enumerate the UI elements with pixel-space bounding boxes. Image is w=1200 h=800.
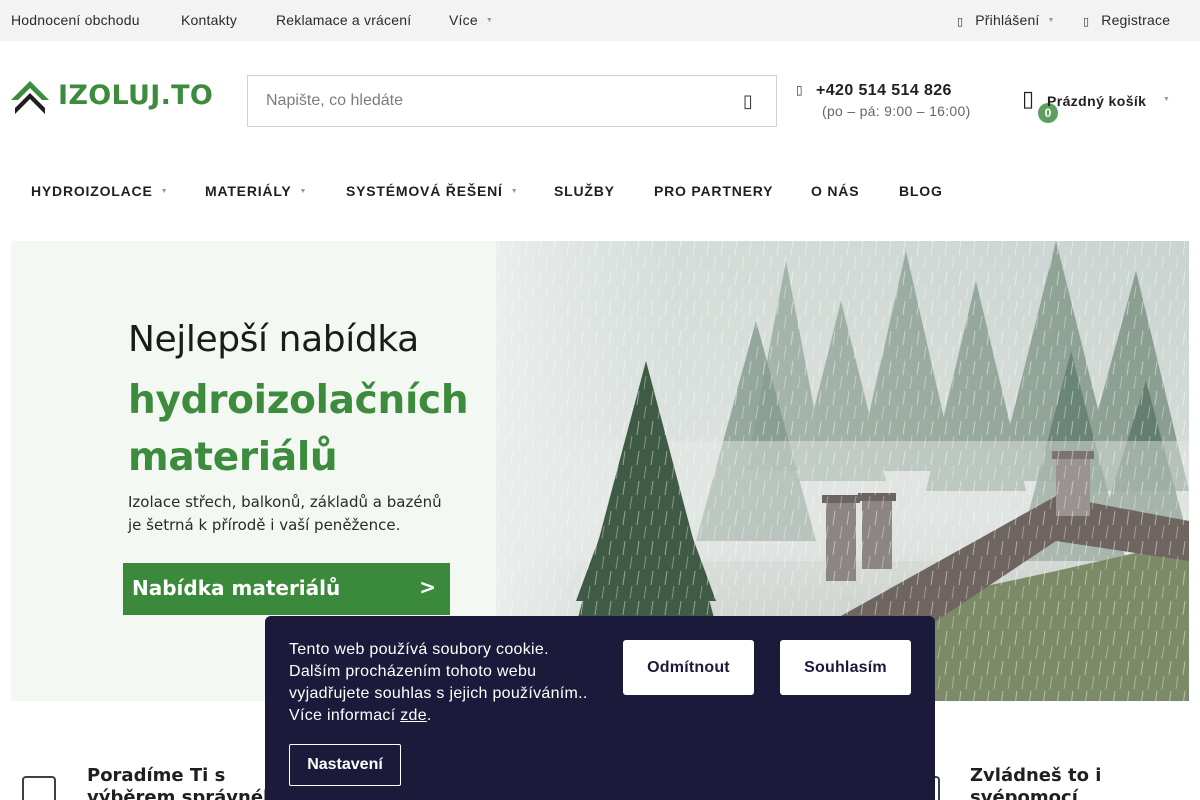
nav-item-systemova-reseni[interactable]: SYSTÉMOVÁ ŘEŠENÍ ▼ bbox=[346, 183, 518, 199]
nav-label: MATERIÁLY bbox=[205, 183, 292, 199]
search-button[interactable]: ▯ bbox=[720, 76, 776, 126]
feature-advice: Poradíme Ti s výběrem správného bbox=[87, 765, 288, 800]
feature-diy-line2: svépomocí bbox=[970, 787, 1078, 800]
hero-subtitle-line2: je šetrná k přírodě i vaší peněžence. bbox=[128, 516, 401, 534]
hero-cta-label: Nabídka materiálů bbox=[132, 576, 341, 600]
hero-title-line1: Nejlepší nabídka bbox=[128, 319, 419, 360]
phone-hours: (po – pá: 9:00 – 16:00) bbox=[822, 103, 971, 119]
chevron-down-icon: ▼ bbox=[160, 188, 169, 195]
register-label: Registrace bbox=[1101, 12, 1171, 28]
search-icon: ▯ bbox=[743, 90, 753, 111]
contact-phone: ▯ +420 514 514 826 (po – pá: 9:00 – 16:0… bbox=[796, 82, 996, 122]
main-navigation: HYDROIZOLACE ▼ MATERIÁLY ▼ SYSTÉMOVÁ ŘEŠEN… bbox=[0, 170, 1200, 212]
login-link[interactable]: ▯ Přihlášení ▼ bbox=[957, 12, 1055, 28]
phone-number[interactable]: +420 514 514 826 bbox=[816, 82, 952, 100]
logo-text: IZOLUJ.TO bbox=[58, 80, 214, 111]
cookie-decline-button[interactable]: Odmítnout bbox=[623, 640, 754, 695]
feature-diy-line1: Zvládneš to i bbox=[970, 765, 1102, 786]
chevron-down-icon: ▼ bbox=[1047, 17, 1055, 24]
cart-label: Prázdný košík bbox=[1047, 93, 1147, 109]
feature-diy: Zvládneš to i svépomocí bbox=[970, 765, 1101, 800]
register-icon: ▯ bbox=[1083, 16, 1090, 28]
nav-label: SYSTÉMOVÁ ŘEŠENÍ bbox=[346, 183, 503, 199]
cookie-consent-dialog: Tento web používá soubory cookie. Dalším… bbox=[265, 616, 935, 800]
chevron-down-icon: ▼ bbox=[510, 188, 519, 195]
feature-advice-line1: Poradíme Ti s bbox=[87, 765, 226, 786]
nav-item-materialy[interactable]: MATERIÁLY ▼ bbox=[205, 183, 307, 199]
topbar-link-returns[interactable]: Reklamace a vrácení bbox=[276, 12, 411, 28]
cart-button[interactable]: ▯ 0 Prázdný košík ▼ bbox=[1022, 86, 1182, 126]
cookie-period: . bbox=[426, 707, 432, 724]
search-input[interactable] bbox=[248, 76, 718, 126]
hero-title-line3: materiálů bbox=[128, 435, 338, 480]
hero-subtitle-line1: Izolace střech, balkonů, základů a bazén… bbox=[128, 493, 442, 511]
nav-item-o-nas[interactable]: O NÁS bbox=[811, 183, 859, 199]
advice-icon bbox=[22, 776, 56, 800]
nav-item-blog[interactable]: BLOG bbox=[899, 183, 943, 199]
hero-title-line2: hydroizolačních bbox=[128, 378, 469, 423]
nav-item-hydroizolace[interactable]: HYDROIZOLACE ▼ bbox=[31, 183, 168, 199]
topbar-more-label: Více bbox=[449, 12, 478, 28]
cookie-more-info-link[interactable]: zde bbox=[400, 707, 427, 724]
user-icon: ▯ bbox=[957, 16, 964, 28]
nav-item-pro-partnery[interactable]: PRO PARTNERY bbox=[654, 183, 773, 199]
nav-label: HYDROIZOLACE bbox=[31, 183, 153, 199]
cookie-accept-button[interactable]: Souhlasím bbox=[780, 640, 911, 695]
feature-advice-line2: výběrem správného bbox=[87, 787, 289, 800]
chevron-down-icon: ▼ bbox=[1163, 96, 1170, 103]
cookie-settings-button[interactable]: Nastavení bbox=[289, 744, 401, 786]
cookie-message-text: Tento web používá soubory cookie. Dalším… bbox=[289, 641, 588, 724]
login-label: Přihlášení bbox=[975, 12, 1040, 28]
chevron-down-icon: ▼ bbox=[485, 17, 493, 24]
topbar-link-contacts[interactable]: Kontakty bbox=[181, 12, 237, 28]
search-box: ▯ bbox=[247, 75, 777, 127]
cookie-message: Tento web používá soubory cookie. Dalším… bbox=[289, 639, 589, 727]
arrow-right-icon: > bbox=[419, 575, 436, 599]
chevron-down-icon: ▼ bbox=[299, 188, 308, 195]
top-bar: Hodnocení obchodu Kontakty Reklamace a v… bbox=[0, 0, 1200, 41]
cart-icon: ▯ bbox=[1022, 86, 1035, 111]
hero-cta-button[interactable]: Nabídka materiálů > bbox=[123, 563, 450, 615]
nav-item-sluzby[interactable]: SLUŽBY bbox=[554, 183, 615, 199]
logo-roof-icon bbox=[11, 81, 49, 114]
topbar-more-menu[interactable]: Více ▼ bbox=[449, 12, 493, 28]
site-logo[interactable]: IZOLUJ.TO bbox=[11, 80, 221, 115]
topbar-link-reviews[interactable]: Hodnocení obchodu bbox=[11, 12, 140, 28]
register-link[interactable]: ▯ Registrace bbox=[1083, 12, 1170, 28]
phone-icon: ▯ bbox=[796, 83, 803, 97]
